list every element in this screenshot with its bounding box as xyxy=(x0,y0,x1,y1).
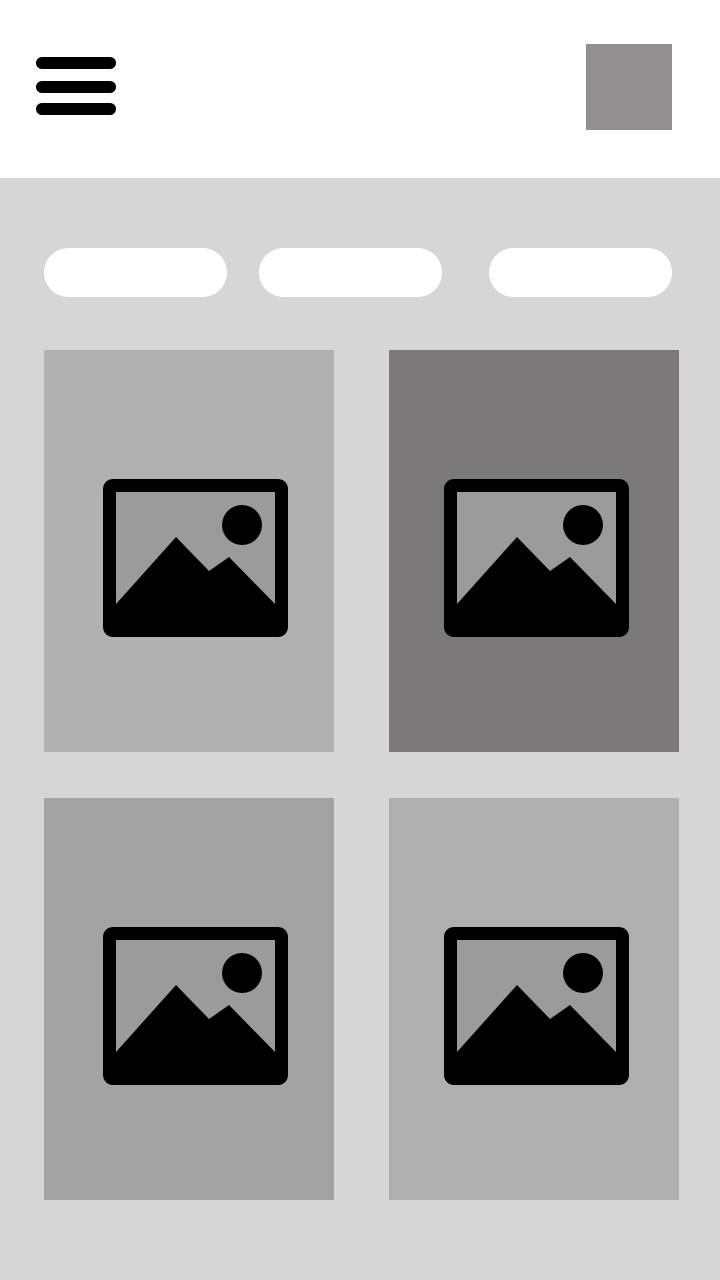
image-placeholder-icon xyxy=(444,927,629,1085)
filter-chip-2[interactable] xyxy=(259,248,442,297)
avatar[interactable] xyxy=(586,44,672,130)
image-placeholder-icon xyxy=(103,927,288,1085)
filter-chip-3[interactable] xyxy=(489,248,672,297)
content-area xyxy=(0,178,720,1280)
gallery-card[interactable] xyxy=(389,350,679,752)
app-header xyxy=(0,0,720,178)
gallery-card[interactable] xyxy=(44,350,334,752)
gallery-card[interactable] xyxy=(44,798,334,1200)
hamburger-menu-icon xyxy=(36,57,116,117)
gallery-card[interactable] xyxy=(389,798,679,1200)
filter-chip-1[interactable] xyxy=(44,248,227,297)
image-placeholder-icon xyxy=(103,479,288,637)
menu-button[interactable] xyxy=(36,57,116,117)
image-placeholder-icon xyxy=(444,479,629,637)
